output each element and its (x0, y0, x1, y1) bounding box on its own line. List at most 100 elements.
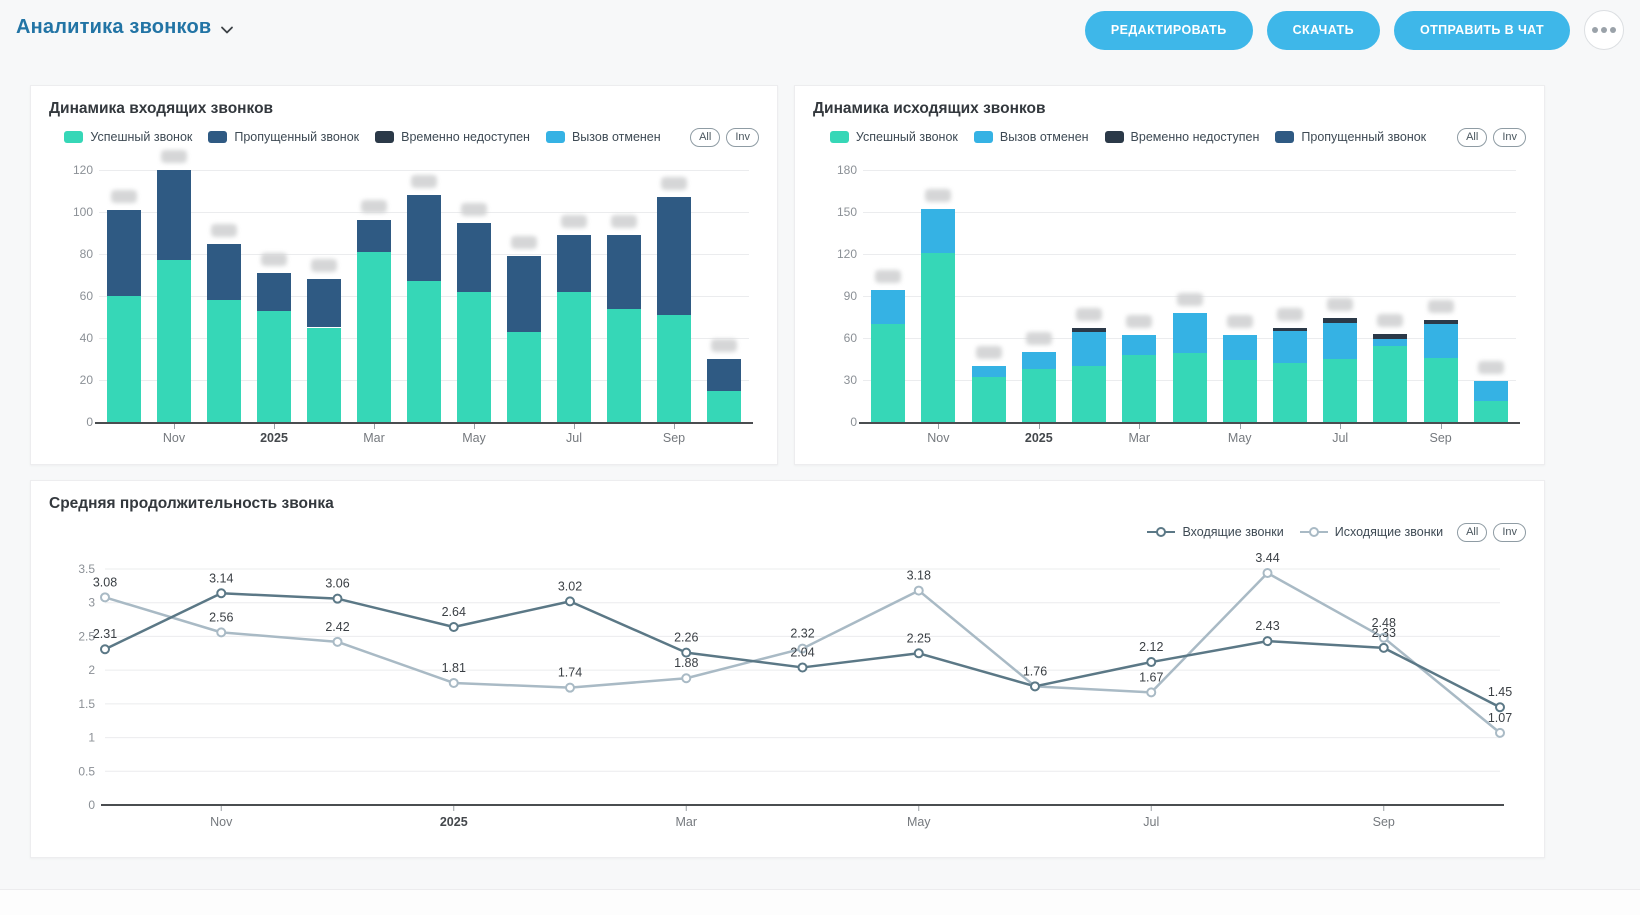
filter-all-button[interactable]: All (690, 128, 720, 147)
bar-segment[interactable] (157, 170, 191, 260)
legend-item[interactable]: Пропущенный звонок (1275, 130, 1426, 144)
data-point[interactable] (1264, 637, 1272, 645)
legend-item[interactable]: Вызов отменен (546, 130, 661, 144)
data-point[interactable] (101, 645, 109, 653)
bar-segment[interactable] (557, 235, 591, 292)
bar-segment[interactable] (1273, 328, 1307, 331)
bar-segment[interactable] (1373, 339, 1407, 346)
bar-segment[interactable] (1373, 334, 1407, 340)
bar-segment[interactable] (921, 253, 955, 422)
bar-segment[interactable] (1022, 352, 1056, 369)
data-point[interactable] (217, 628, 225, 636)
data-point[interactable] (334, 638, 342, 646)
data-point[interactable] (915, 587, 923, 595)
report-title-dropdown[interactable]: Аналитика звонков (16, 16, 233, 39)
bar-segment[interactable] (507, 332, 541, 422)
bar-segment[interactable] (1122, 355, 1156, 422)
bar-segment[interactable] (972, 377, 1006, 422)
bar-segment[interactable] (1173, 353, 1207, 422)
legend-item[interactable]: Временно недоступен (1105, 130, 1260, 144)
data-point[interactable] (1031, 682, 1039, 690)
bar-segment[interactable] (871, 324, 905, 422)
bar-segment[interactable] (1424, 320, 1458, 324)
bar-segment[interactable] (871, 290, 905, 324)
bar-segment[interactable] (207, 244, 241, 301)
bar-segment[interactable] (1072, 328, 1106, 332)
legend-item[interactable]: Успешный звонок (830, 130, 958, 144)
bar-segment[interactable] (657, 315, 691, 422)
bar-segment[interactable] (1424, 324, 1458, 358)
data-point[interactable] (1496, 729, 1504, 737)
data-point[interactable] (799, 663, 807, 671)
legend-item[interactable]: Вызов отменен (974, 130, 1089, 144)
bar-segment[interactable] (921, 209, 955, 252)
filter-inv-button[interactable]: Inv (1493, 128, 1526, 147)
bar-segment[interactable] (1072, 332, 1106, 366)
bar-segment[interactable] (1173, 313, 1207, 354)
bar-segment[interactable] (1072, 366, 1106, 422)
bar-segment[interactable] (507, 256, 541, 332)
more-options-button[interactable] (1584, 10, 1624, 50)
bar-segment[interactable] (457, 223, 491, 292)
data-point[interactable] (1147, 688, 1155, 696)
bar-segment[interactable] (257, 273, 291, 311)
bar-segment[interactable] (357, 252, 391, 422)
legend-item[interactable]: Успешный звонок (64, 130, 192, 144)
bar-segment[interactable] (107, 296, 141, 422)
data-point[interactable] (101, 593, 109, 601)
bar-segment[interactable] (707, 391, 741, 423)
bar-segment[interactable] (1424, 358, 1458, 422)
bar-segment[interactable] (707, 359, 741, 391)
bar-segment[interactable] (157, 260, 191, 422)
bar-segment[interactable] (607, 235, 641, 309)
bar-segment[interactable] (1474, 401, 1508, 422)
bar-segment[interactable] (1223, 335, 1257, 360)
bar-segment[interactable] (557, 292, 591, 422)
legend-item[interactable]: Временно недоступен (375, 130, 530, 144)
bar-segment[interactable] (407, 281, 441, 422)
bar-segment[interactable] (307, 279, 341, 327)
legend-item[interactable]: Пропущенный звонок (208, 130, 359, 144)
bar-segment[interactable] (457, 292, 491, 422)
bar-segment[interactable] (1323, 323, 1357, 359)
bar-segment[interactable] (1122, 335, 1156, 355)
send-to-chat-button[interactable]: ОТПРАВИТЬ В ЧАТ (1394, 11, 1570, 50)
download-button[interactable]: СКАЧАТЬ (1267, 11, 1380, 50)
data-point[interactable] (682, 674, 690, 682)
data-point[interactable] (1380, 644, 1388, 652)
data-point[interactable] (566, 684, 574, 692)
bar-segment[interactable] (257, 311, 291, 422)
bar-segment[interactable] (607, 309, 641, 422)
bar-segment[interactable] (1022, 369, 1056, 422)
filter-inv-button[interactable]: Inv (726, 128, 759, 147)
data-point[interactable] (915, 649, 923, 657)
bar-segment[interactable] (407, 195, 441, 281)
data-point[interactable] (334, 595, 342, 603)
legend-item[interactable]: Исходящие звонки (1300, 525, 1443, 539)
legend-item[interactable]: Входящие звонки (1147, 525, 1283, 539)
bar-segment[interactable] (1323, 318, 1357, 322)
data-point[interactable] (1147, 658, 1155, 666)
data-point[interactable] (566, 597, 574, 605)
bar-segment[interactable] (1323, 359, 1357, 422)
bar-segment[interactable] (107, 210, 141, 296)
data-point[interactable] (450, 679, 458, 687)
bar-segment[interactable] (1474, 381, 1508, 401)
data-point[interactable] (450, 623, 458, 631)
bar-segment[interactable] (657, 197, 691, 315)
bar-segment[interactable] (1223, 360, 1257, 422)
bar-segment[interactable] (972, 366, 1006, 377)
filter-all-button[interactable]: All (1457, 128, 1487, 147)
bar-segment[interactable] (307, 328, 341, 423)
data-point[interactable] (682, 649, 690, 657)
bar-segment[interactable] (1273, 363, 1307, 422)
bar-segment[interactable] (1273, 331, 1307, 363)
edit-button[interactable]: РЕДАКТИРОВАТЬ (1085, 11, 1253, 50)
filter-all-button[interactable]: All (1457, 523, 1487, 542)
bar-segment[interactable] (1373, 346, 1407, 422)
bar-segment[interactable] (357, 220, 391, 252)
bar-segment[interactable] (207, 300, 241, 422)
filter-inv-button[interactable]: Inv (1493, 523, 1526, 542)
data-point[interactable] (217, 589, 225, 597)
data-point[interactable] (1496, 703, 1504, 711)
